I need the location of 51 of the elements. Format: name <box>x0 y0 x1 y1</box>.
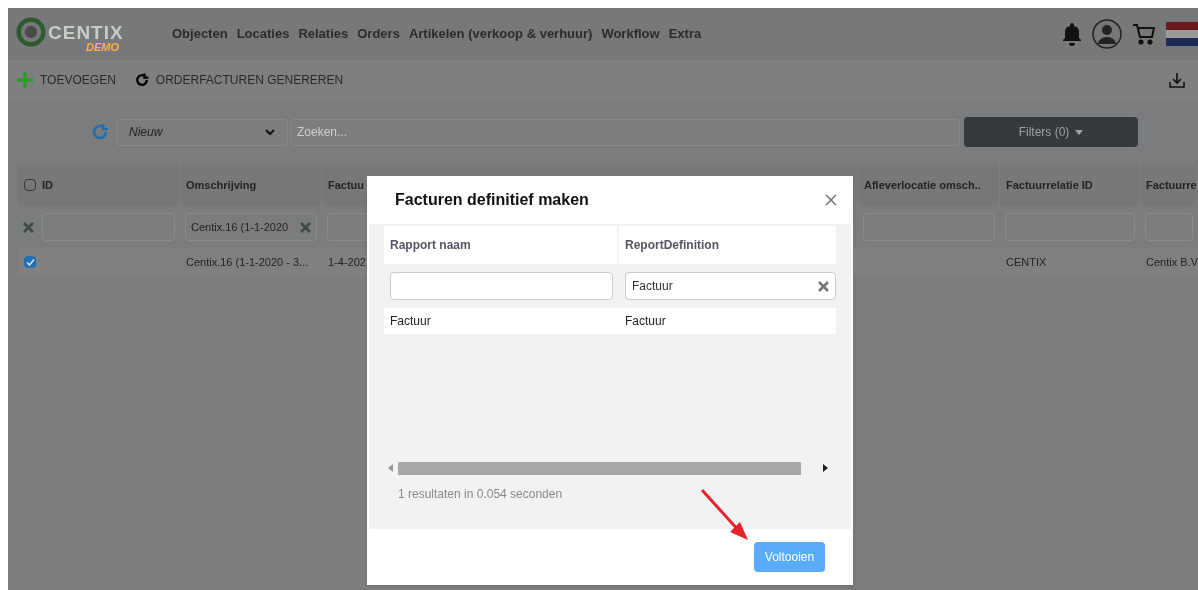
filter-field[interactable]: Centix.16 (1-1-2020 <box>185 213 317 241</box>
cart-icon[interactable] <box>1132 22 1156 46</box>
result-count-text: 1 resultaten in 0.054 seconden <box>398 486 564 503</box>
filters-button[interactable]: Filters (0) <box>964 117 1138 147</box>
complete-button[interactable]: Voltooien <box>754 542 825 572</box>
arrow-annotation <box>700 488 750 542</box>
scrollbar-thumb[interactable] <box>398 461 801 475</box>
clear-filters-icon[interactable] <box>23 221 34 233</box>
table-cell-text: 1-4-202 <box>328 254 366 270</box>
column-header[interactable]: Afleverlocatie omsch.. <box>864 176 981 194</box>
view-dropdown[interactable]: Nieuw <box>116 118 288 146</box>
close-icon[interactable] <box>825 194 837 206</box>
table-cell: Factuur <box>625 314 666 328</box>
flag-icon[interactable] <box>1166 22 1198 46</box>
column-header[interactable]: Factuu <box>328 176 365 194</box>
clear-icon[interactable] <box>300 221 311 233</box>
bell-icon[interactable] <box>1062 22 1082 46</box>
nav-link[interactable]: Orders <box>357 24 400 44</box>
nav-link[interactable]: Workflow <box>601 24 660 44</box>
column-header[interactable]: Rapport naam <box>390 236 471 254</box>
add-button[interactable]: TOEVOEGEN <box>16 71 116 89</box>
scroll-left-icon[interactable] <box>388 464 394 472</box>
chevron-down-icon <box>265 128 275 136</box>
column-header[interactable]: Omschrijving <box>186 176 257 194</box>
filter-field[interactable]: Factuur <box>625 272 836 300</box>
download-icon[interactable] <box>1168 71 1186 89</box>
nav-link[interactable]: Locaties <box>236 24 290 44</box>
table-cell-text: Centix B.V <box>1146 254 1198 270</box>
clear-icon[interactable] <box>818 280 829 292</box>
plus-icon <box>16 71 34 89</box>
nav-link[interactable]: Extra <box>668 24 702 44</box>
scroll-right-icon[interactable] <box>822 464 828 472</box>
caret-icon <box>1075 129 1084 135</box>
generate-button[interactable]: ORDERFACTUREN GENEREREN <box>133 71 344 89</box>
dialog-title: Facturen definitief maken <box>395 190 589 210</box>
checkbox[interactable] <box>24 256 36 268</box>
table-cell: Factuur <box>390 314 431 328</box>
column-header[interactable]: ID <box>42 176 53 194</box>
column-header[interactable]: Factuurre <box>1146 176 1197 194</box>
nav-link[interactable]: Artikelen (verkoop & verhuur) <box>408 24 593 44</box>
table-cell-text: Centix.16 (1-1-2020 - 3... <box>186 254 309 270</box>
refresh-icon <box>133 72 150 88</box>
filter-field[interactable] <box>390 272 613 300</box>
nav-link[interactable]: Relaties <box>298 24 349 44</box>
search-field[interactable]: Zoeken... <box>290 118 960 146</box>
checkbox[interactable] <box>24 179 36 191</box>
column-header[interactable]: Factuurrelatie ID <box>1006 176 1093 194</box>
table-cell-text: CENTIX <box>1006 254 1047 270</box>
user-avatar-icon[interactable] <box>1092 19 1122 49</box>
logo[interactable]: CENTIX DEMO <box>16 16 126 52</box>
nav-link[interactable]: Objecten <box>172 24 228 44</box>
